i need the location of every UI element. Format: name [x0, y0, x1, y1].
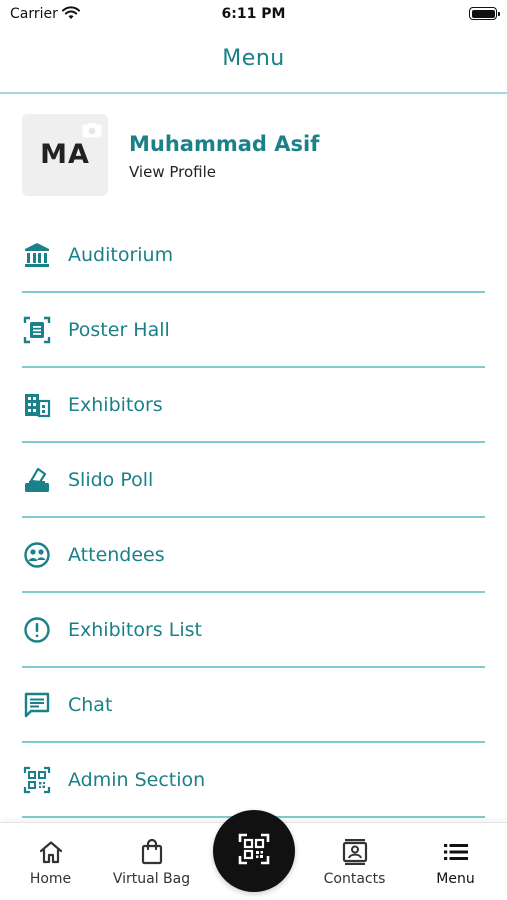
menu-label: Attendees — [68, 543, 165, 566]
menu-label: Exhibitors List — [68, 618, 202, 641]
menu-list: Auditorium Poster Hall Exhibitors Slido … — [22, 218, 485, 818]
avatar[interactable]: MA — [22, 114, 108, 196]
menu-label: Chat — [68, 693, 113, 716]
building-icon — [22, 390, 52, 420]
camera-icon[interactable] — [82, 122, 102, 142]
qr-icon — [22, 765, 52, 795]
status-time: 6:11 PM — [221, 6, 286, 22]
people-icon — [22, 540, 52, 570]
tab-label: Virtual Bag — [112, 871, 191, 887]
tab-menu[interactable]: Menu — [405, 823, 506, 900]
menu-item-exhibitors-list[interactable]: Exhibitors List — [22, 593, 485, 668]
menu-label: Poster Hall — [68, 318, 170, 341]
tab-label: Contacts — [323, 871, 386, 887]
avatar-initials: MA — [40, 139, 90, 170]
menu-item-poster-hall[interactable]: Poster Hall — [22, 293, 485, 368]
menu-item-auditorium[interactable]: Auditorium — [22, 218, 485, 293]
status-bar: Carrier 6:11 PM — [0, 0, 507, 30]
info-icon — [22, 615, 52, 645]
qr-scan-icon — [238, 833, 270, 869]
menu-label: Exhibitors — [68, 393, 163, 416]
page-title: Menu — [222, 46, 285, 71]
menu-item-exhibitors[interactable]: Exhibitors — [22, 368, 485, 443]
header: Menu — [0, 30, 507, 94]
menu-item-slido-poll[interactable]: Slido Poll — [22, 443, 485, 518]
shopping-bag-icon — [140, 839, 164, 865]
menu-item-chat[interactable]: Chat — [22, 668, 485, 743]
vote-icon — [22, 465, 52, 495]
profile-name: Muhammad Asif — [129, 132, 320, 156]
auditorium-icon — [22, 240, 52, 270]
list-menu-icon — [443, 839, 469, 865]
tab-virtual-bag[interactable]: Virtual Bag — [101, 823, 202, 900]
home-icon — [38, 839, 64, 865]
tab-contacts[interactable]: Contacts — [304, 823, 405, 900]
menu-label: Slido Poll — [68, 468, 154, 491]
profile-card[interactable]: MA Muhammad Asif View Profile — [22, 114, 485, 198]
tab-label: Menu — [436, 871, 475, 887]
menu-item-attendees[interactable]: Attendees — [22, 518, 485, 593]
qr-scan-button[interactable] — [213, 810, 295, 892]
battery-icon — [469, 7, 500, 20]
menu-label: Admin Section — [68, 768, 206, 791]
menu-item-admin-section[interactable]: Admin Section — [22, 743, 485, 818]
poster-icon — [22, 315, 52, 345]
view-profile-link[interactable]: View Profile — [129, 163, 216, 181]
chat-icon — [22, 690, 52, 720]
menu-label: Auditorium — [68, 243, 174, 266]
tab-home[interactable]: Home — [0, 823, 101, 900]
tab-label: Home — [29, 871, 72, 887]
contacts-icon — [342, 839, 368, 865]
